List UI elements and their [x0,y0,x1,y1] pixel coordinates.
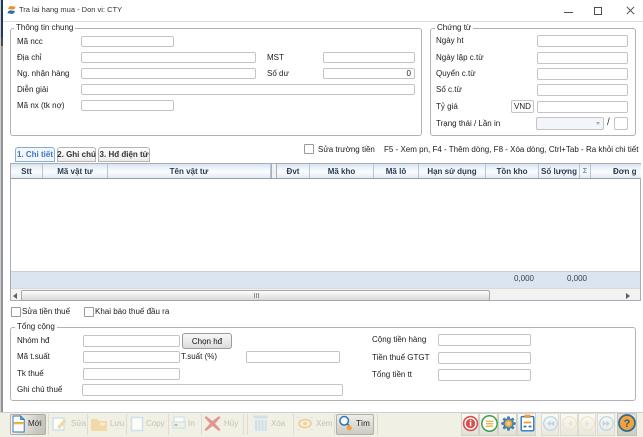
svg-text:?: ? [624,418,631,430]
